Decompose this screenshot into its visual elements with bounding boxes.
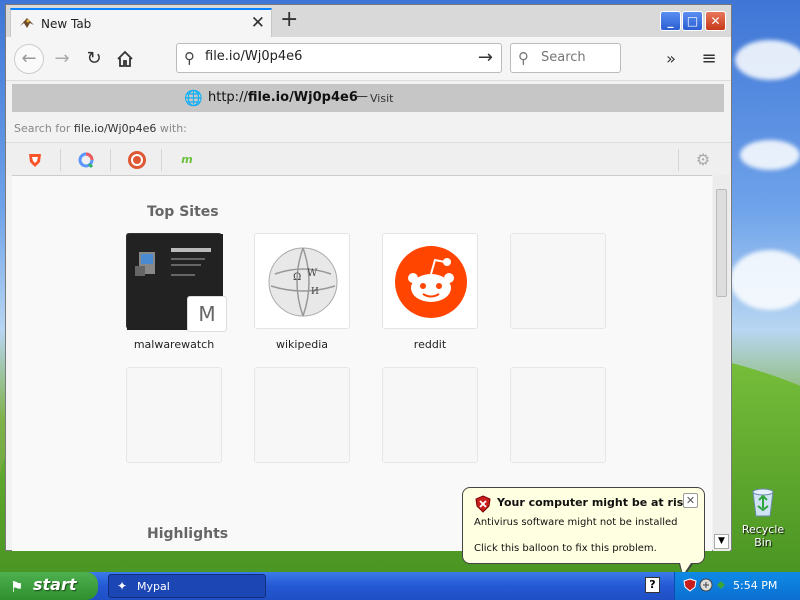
shield-warning-icon [475, 495, 491, 513]
empty-tile[interactable] [254, 367, 350, 463]
start-button[interactable]: ⚑ start [0, 572, 98, 600]
empty-tile[interactable] [382, 367, 478, 463]
balloon-message: Antivirus software might not be installe… [474, 517, 678, 528]
security-center-icon[interactable] [683, 578, 697, 592]
scrollbar-thumb[interactable] [716, 189, 727, 297]
minimize-button[interactable]: _ [660, 11, 681, 31]
empty-tile[interactable] [510, 367, 606, 463]
top-site-tile[interactable]: Ω W И [254, 233, 350, 329]
tab-new-tab[interactable]: New Tab ✕ [10, 8, 272, 37]
empty-tile[interactable] [126, 367, 222, 463]
maximize-button[interactable]: □ [682, 11, 703, 31]
search-icon: ⚲ [184, 49, 195, 67]
divider [110, 149, 111, 171]
url-dropdown: 🌐 http://file.io/Wj0p4e6 — Visit Search … [6, 82, 731, 176]
divider [60, 149, 61, 171]
start-label: start [33, 575, 77, 594]
scroll-down-button[interactable]: ▼ [714, 534, 729, 549]
navigation-bar: ← → ↻ ⚲ → ⚲ » ≡ [6, 37, 731, 81]
site-letter-badge: M [187, 296, 227, 332]
balloon-title: Your computer might be at risk [497, 496, 691, 509]
system-tray: 5:54 PM [674, 572, 800, 600]
security-balloon[interactable]: Your computer might be at risk Antivirus… [462, 487, 705, 578]
gear-icon[interactable]: ⚙ [694, 151, 712, 169]
mypal-logo-icon: ✦ [117, 579, 128, 593]
mypal-logo-icon [20, 18, 34, 28]
duckduckgo-icon[interactable] [128, 151, 146, 169]
recycle-bin-label: Recycle Bin [741, 523, 785, 549]
back-button[interactable]: ← [14, 44, 44, 74]
cloud [735, 40, 800, 80]
suggestion-visit: Visit [370, 92, 394, 105]
top-site-label: wikipedia [275, 338, 328, 351]
recycle-bin[interactable]: Recycle Bin [732, 486, 794, 549]
menu-hamburger-icon[interactable]: ≡ [696, 46, 722, 72]
home-button[interactable] [112, 46, 138, 72]
svg-text:Ω: Ω [293, 272, 301, 283]
clock[interactable]: 5:54 PM [733, 579, 777, 592]
suggestion-dash: — [355, 89, 368, 104]
search-with-label: Search for file.io/Wj0p4e6 with: [14, 122, 187, 135]
globe-icon: 🌐 [184, 89, 203, 107]
svg-text:И: И [311, 287, 319, 297]
go-arrow-icon[interactable]: → [478, 47, 493, 68]
new-tab-button[interactable]: + [280, 9, 298, 31]
tab-title: New Tab [41, 17, 92, 31]
reddit-logo-icon [395, 246, 467, 318]
divider [161, 149, 162, 171]
mojeek-icon[interactable]: m [178, 151, 196, 169]
close-tab-icon[interactable]: ✕ [251, 13, 265, 33]
url-suggestion-row[interactable]: 🌐 http://file.io/Wj0p4e6 — Visit [12, 84, 724, 112]
search-icon: ⚲ [518, 49, 529, 67]
taskbar-item-mypal[interactable]: ✦ Mypal [108, 574, 266, 598]
top-site-label: malwarewatch [133, 338, 215, 351]
search-engines-bar: m ⚙ [6, 142, 731, 176]
brave-search-icon[interactable] [26, 151, 44, 169]
forward-button[interactable]: → [49, 46, 75, 72]
suggestion-url: http://file.io/Wj0p4e6 [208, 90, 358, 105]
window-close-button[interactable]: ✕ [705, 11, 726, 31]
reload-button[interactable]: ↻ [81, 46, 107, 72]
recycle-bin-icon [752, 488, 774, 517]
url-bar[interactable]: ⚲ → [176, 43, 502, 73]
wikipedia-globe-icon: Ω W И [268, 247, 338, 317]
tab-bar: New Tab ✕ + _ □ ✕ [6, 5, 731, 37]
top-site-label: reddit [413, 338, 447, 351]
search-box[interactable]: ⚲ [510, 43, 621, 73]
top-site-tile[interactable] [382, 233, 478, 329]
taskbar: ⚑ start ✦ Mypal ? 5:54 PM [0, 572, 800, 600]
overflow-chevron-icon[interactable]: » [658, 46, 684, 72]
home-icon [117, 50, 133, 67]
search-input[interactable] [541, 50, 616, 65]
updates-icon[interactable] [715, 579, 727, 591]
balloon-action: Click this balloon to fix this problem. [474, 543, 657, 554]
svg-text:W: W [307, 268, 318, 279]
empty-tile[interactable] [510, 233, 606, 329]
browser-window: New Tab ✕ + _ □ ✕ ← → ↻ ⚲ → ⚲ » ≡ 🌐 [5, 4, 732, 551]
highlights-heading: Highlights [147, 526, 229, 542]
taskbar-item-label: Mypal [137, 580, 170, 593]
help-icon[interactable]: ? [645, 577, 660, 593]
top-sites-heading: Top Sites [147, 204, 219, 220]
cloud [740, 140, 800, 170]
balloon-close-icon[interactable]: ✕ [683, 493, 698, 508]
divider [678, 149, 679, 171]
qwant-icon[interactable] [77, 151, 95, 169]
url-input[interactable] [205, 49, 465, 64]
network-icon[interactable] [699, 578, 713, 592]
cloud [730, 250, 800, 310]
windows-flag-icon: ⚑ [10, 578, 24, 596]
scrollbar[interactable]: ▼ [713, 175, 730, 551]
